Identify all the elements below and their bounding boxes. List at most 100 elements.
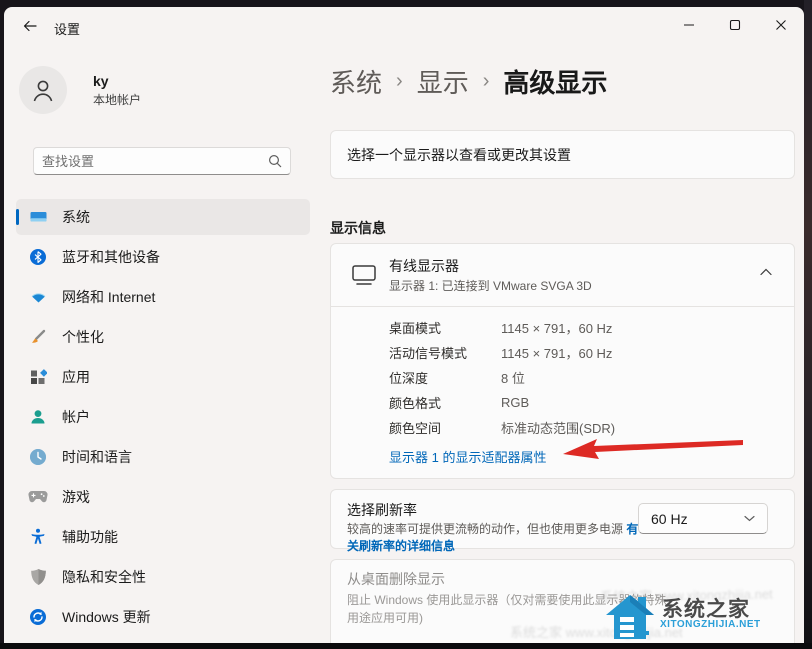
personalization-icon bbox=[28, 327, 48, 347]
screen-edge-bottom bbox=[0, 643, 812, 649]
minimize-button[interactable] bbox=[666, 7, 712, 43]
sidebar-item-bluetooth[interactable]: 蓝牙和其他设备 bbox=[16, 239, 310, 275]
accounts-icon bbox=[28, 407, 48, 427]
gaming-icon bbox=[28, 487, 48, 507]
search-icon bbox=[268, 154, 282, 168]
detail-label: 桌面模式 bbox=[389, 321, 442, 336]
display-adapter-properties-link[interactable]: 显示器 1 的显示适配器属性 bbox=[389, 447, 546, 466]
display-info-section-title: 显示信息 bbox=[330, 220, 386, 236]
detail-row-color-format: 颜色格式 RGB bbox=[389, 390, 615, 415]
sidebar-item-privacy[interactable]: 隐私和安全性 bbox=[16, 559, 310, 595]
refresh-rate-description-text: 较高的速率可提供更流畅的动作，但也使用更多电源 bbox=[347, 522, 627, 536]
monitor-icon bbox=[352, 265, 376, 285]
user-name: ky bbox=[93, 72, 109, 89]
display-selector-label: 选择一个显示器以查看或更改其设置 bbox=[347, 146, 571, 163]
sidebar-item-label: 蓝牙和其他设备 bbox=[62, 249, 160, 265]
time-language-icon bbox=[28, 447, 48, 467]
network-icon bbox=[28, 287, 48, 307]
system-icon bbox=[28, 207, 48, 227]
detail-value: 标准动态范围(SDR) bbox=[501, 421, 616, 436]
detail-label: 颜色空间 bbox=[389, 421, 442, 436]
detail-value: 8 位 bbox=[501, 371, 525, 386]
chevron-down-icon bbox=[744, 515, 755, 522]
windows-update-icon bbox=[28, 607, 48, 627]
sidebar: ky 本地帐户 系统 蓝牙和其他设备 bbox=[4, 47, 322, 649]
avatar bbox=[19, 66, 67, 114]
apps-icon bbox=[28, 367, 48, 387]
sidebar-item-label: 应用 bbox=[62, 369, 90, 385]
bluetooth-icon bbox=[28, 247, 48, 267]
screen-edge bbox=[804, 0, 812, 649]
app-title: 设置 bbox=[54, 22, 81, 37]
sidebar-item-network[interactable]: 网络和 Internet bbox=[16, 279, 310, 315]
refresh-rate-value: 60 Hz bbox=[651, 510, 688, 527]
sidebar-item-label: 个性化 bbox=[62, 329, 104, 345]
sidebar-item-label: Windows 更新 bbox=[62, 609, 151, 625]
titlebar: 设置 bbox=[4, 7, 804, 47]
detail-row-color-space: 颜色空间 标准动态范围(SDR) bbox=[389, 415, 615, 440]
sidebar-item-label: 游戏 bbox=[62, 489, 90, 505]
sidebar-item-time-language[interactable]: 时间和语言 bbox=[16, 439, 310, 475]
display-selector-card: 选择一个显示器以查看或更改其设置 显示 1: 有线显示器 bbox=[330, 130, 795, 179]
detail-label: 活动信号模式 bbox=[389, 346, 468, 361]
refresh-rate-description: 较高的速率可提供更流畅的动作，但也使用更多电源 有关刷新率的详细信息 bbox=[347, 521, 649, 555]
close-icon bbox=[776, 20, 786, 30]
sidebar-item-label: 隐私和安全性 bbox=[62, 569, 146, 585]
display-info-header[interactable]: 有线显示器 显示器 1: 已连接到 VMware SVGA 3D bbox=[331, 244, 794, 306]
detail-row-bit-depth: 位深度 8 位 bbox=[389, 365, 615, 390]
back-button[interactable] bbox=[12, 11, 48, 41]
refresh-rate-card: 选择刷新率 较高的速率可提供更流畅的动作，但也使用更多电源 有关刷新率的详细信息… bbox=[330, 489, 795, 553]
account-type: 本地帐户 bbox=[93, 92, 142, 107]
detail-value: RGB bbox=[501, 395, 530, 410]
user-profile[interactable]: ky 本地帐户 bbox=[19, 66, 141, 114]
display-details: 桌面模式 1145 × 791，60 Hz 活动信号模式 1145 × 791，… bbox=[389, 315, 615, 440]
breadcrumb-system[interactable]: 系统 bbox=[330, 63, 382, 100]
profile-text: ky 本地帐户 bbox=[93, 73, 141, 108]
sidebar-item-label: 网络和 Internet bbox=[62, 289, 156, 305]
settings-window: 设置 ky 本地帐户 查找设置 系统 蓝牙和其他设备 网络和 Internet … bbox=[4, 7, 804, 649]
display-card-title: 有线显示器 bbox=[389, 258, 459, 274]
remove-display-title: 从桌面删除显示 bbox=[347, 571, 445, 587]
detail-value: 1145 × 791，60 Hz bbox=[501, 346, 613, 361]
page-title: 高级显示 bbox=[503, 68, 608, 98]
sidebar-nav: 系统 蓝牙和其他设备 网络和 Internet 个性化 应用 帐户 时间和语言 … bbox=[16, 199, 310, 639]
sidebar-item-personalization[interactable]: 个性化 bbox=[16, 319, 310, 355]
close-button[interactable] bbox=[758, 7, 804, 43]
breadcrumb-separator: › bbox=[482, 70, 490, 92]
breadcrumb-separator: › bbox=[396, 70, 403, 92]
detail-value: 1145 × 791，60 Hz bbox=[501, 321, 613, 336]
back-arrow-icon bbox=[23, 20, 37, 32]
accessibility-icon bbox=[28, 527, 48, 547]
refresh-rate-title: 选择刷新率 bbox=[347, 502, 417, 518]
refresh-rate-dropdown[interactable]: 60 Hz bbox=[638, 503, 768, 534]
xitongzhijia-logo-icon bbox=[606, 595, 654, 639]
sidebar-item-gaming[interactable]: 游戏 bbox=[16, 479, 310, 515]
maximize-icon bbox=[729, 19, 741, 31]
main-content: 系统 › 显示 › 高级显示 选择一个显示器以查看或更改其设置 显示 1: 有线… bbox=[330, 47, 804, 649]
display-card-subtitle: 显示器 1: 已连接到 VMware SVGA 3D bbox=[389, 279, 592, 293]
display-info-card: 有线显示器 显示器 1: 已连接到 VMware SVGA 3D 桌面模式 11… bbox=[330, 243, 795, 479]
detail-label: 位深度 bbox=[389, 371, 429, 386]
divider bbox=[331, 306, 794, 307]
window-controls bbox=[666, 7, 804, 43]
sidebar-item-windows-update[interactable]: Windows 更新 bbox=[16, 599, 310, 635]
detail-row-signal-mode: 活动信号模式 1145 × 791，60 Hz bbox=[389, 340, 615, 365]
privacy-icon bbox=[28, 567, 48, 587]
maximize-button[interactable] bbox=[712, 7, 758, 43]
minimize-icon bbox=[684, 24, 694, 26]
sidebar-item-accounts[interactable]: 帐户 bbox=[16, 399, 310, 435]
sidebar-item-accessibility[interactable]: 辅助功能 bbox=[16, 519, 310, 555]
sidebar-item-label: 系统 bbox=[62, 209, 90, 225]
sidebar-item-label: 时间和语言 bbox=[62, 449, 132, 465]
sidebar-item-apps[interactable]: 应用 bbox=[16, 359, 310, 395]
site-watermark: 系统之家 XITONGZHIJIA.NET bbox=[604, 587, 804, 643]
sidebar-item-label: 帐户 bbox=[62, 409, 90, 425]
search-input[interactable] bbox=[42, 153, 268, 169]
chevron-up-icon[interactable] bbox=[760, 268, 772, 276]
search-box[interactable] bbox=[33, 147, 291, 175]
detail-label: 颜色格式 bbox=[389, 396, 442, 411]
breadcrumb-display[interactable]: 显示 bbox=[417, 63, 469, 100]
person-icon bbox=[33, 80, 53, 102]
sidebar-item-system[interactable]: 系统 bbox=[16, 199, 310, 235]
watermark-site-domain: XITONGZHIJIA.NET bbox=[660, 619, 761, 630]
